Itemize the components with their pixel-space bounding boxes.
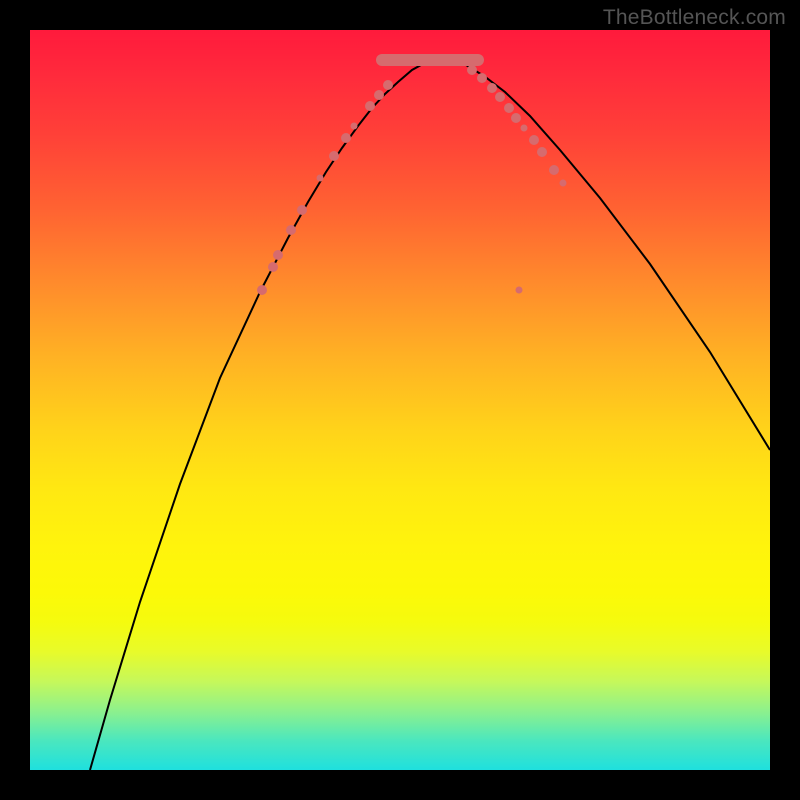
emphasis-dot <box>521 125 528 132</box>
bottleneck-curve <box>90 60 770 770</box>
emphasis-dot <box>341 133 351 143</box>
emphasis-dot <box>529 135 539 145</box>
emphasis-dot <box>365 101 375 111</box>
emphasis-dot <box>383 80 393 90</box>
emphasis-dot <box>317 175 324 182</box>
emphasis-dot <box>257 285 267 295</box>
emphasis-dot <box>487 83 497 93</box>
emphasis-dot <box>297 205 307 215</box>
emphasis-dot <box>560 180 567 187</box>
chart-svg <box>30 30 770 770</box>
watermark-text: TheBottleneck.com <box>603 6 786 30</box>
emphasis-dot <box>516 287 523 294</box>
plot-area <box>30 30 770 770</box>
chart-frame: TheBottleneck.com <box>0 0 800 800</box>
emphasis-dot <box>549 165 559 175</box>
emphasis-dot <box>268 262 278 272</box>
emphasis-dot <box>467 65 477 75</box>
emphasis-dots-group <box>257 65 567 295</box>
emphasis-dot <box>477 73 487 83</box>
emphasis-dot <box>537 147 547 157</box>
emphasis-dot <box>329 151 339 161</box>
emphasis-dot <box>351 123 358 130</box>
emphasis-dot <box>273 250 283 260</box>
emphasis-dot <box>511 113 521 123</box>
emphasis-dot <box>495 92 505 102</box>
emphasis-dot <box>504 103 514 113</box>
emphasis-dot <box>286 225 296 235</box>
emphasis-dot <box>374 90 384 100</box>
